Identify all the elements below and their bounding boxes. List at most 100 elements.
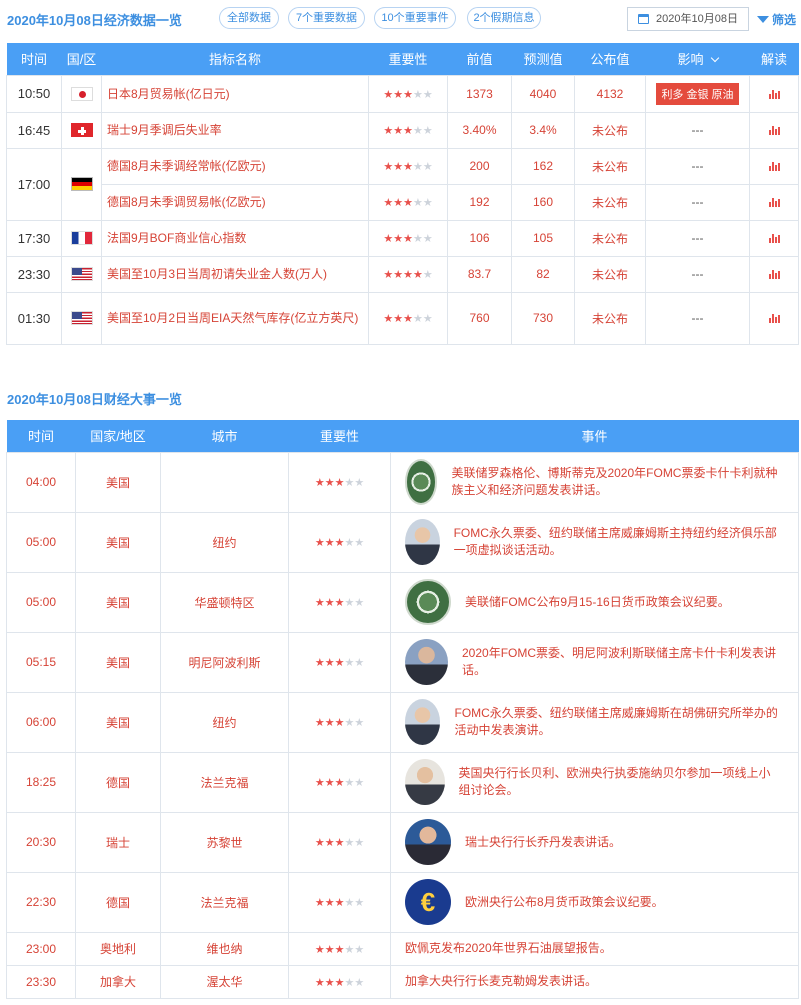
bar-chart-icon[interactable] xyxy=(768,162,780,172)
star-icon: ★ xyxy=(314,777,325,789)
star-icon: ★ xyxy=(383,313,394,325)
col-importance: 重要性 xyxy=(368,43,448,75)
star-icon: ★ xyxy=(412,88,423,101)
filter-all-data[interactable]: 全部数据 xyxy=(219,7,279,29)
event-stars-cell: ★★★★★ xyxy=(288,631,391,693)
bar-chart-icon[interactable] xyxy=(768,234,780,244)
event-description[interactable]: 2020年FOMC票委、明尼阿波利斯联储主席卡什卡利发表讲话。 xyxy=(462,645,778,679)
bar-chart-icon[interactable] xyxy=(768,270,780,280)
row-interpret[interactable] xyxy=(749,147,799,185)
event-time: 20:30 xyxy=(6,811,76,873)
event-city: 苏黎世 xyxy=(160,811,289,873)
col-forecast: 预测值 xyxy=(511,43,575,75)
star-icon: ★ xyxy=(403,125,413,137)
econ-data-table: 时间 国/区 指标名称 重要性 前值 预测值 公布值 影响 解读 10:50 日… xyxy=(6,43,799,345)
event-description[interactable]: 欧佩克发布2020年世界石油展望报告。 xyxy=(405,940,612,957)
row-interpret[interactable] xyxy=(749,74,799,113)
star-icon: ★ xyxy=(354,477,365,489)
filter-holiday-info[interactable]: 2个假期信息 xyxy=(467,7,541,29)
bar-chart-icon[interactable] xyxy=(768,89,780,99)
col-indicator: 指标名称 xyxy=(101,43,369,75)
event-description[interactable]: 加拿大央行行长麦克勒姆发表讲话。 xyxy=(405,973,597,990)
row-forecast: 160 xyxy=(511,183,575,221)
row-indicator[interactable]: 法国9月BOF商业信心指数 xyxy=(101,219,369,257)
row-time: 17:00 xyxy=(6,147,62,221)
event-description[interactable]: 美联储FOMC公布9月15-16日货币政策会议纪要。 xyxy=(465,594,730,611)
row-indicator[interactable]: 美国至10月2日当周EIA天然气库存(亿立方英尺) xyxy=(101,291,369,345)
filter-button[interactable]: 筛选 xyxy=(757,11,796,28)
event-city: 纽约 xyxy=(160,511,289,573)
row-flag xyxy=(61,219,102,257)
funnel-icon xyxy=(757,16,769,24)
col-event-city: 城市 xyxy=(160,420,289,452)
event-city: 明尼阿波利斯 xyxy=(160,631,289,693)
event-description[interactable]: 瑞士央行行长乔丹发表讲话。 xyxy=(465,834,621,851)
event-description[interactable]: 欧洲央行公布8月货币政策会议纪要。 xyxy=(465,894,664,911)
bar-chart-icon[interactable] xyxy=(768,314,780,324)
row-forecast: 82 xyxy=(511,255,575,293)
event-description[interactable]: FOMC永久票委、纽约联储主席威廉姆斯在胡佛研究所举办的活动中发表演讲。 xyxy=(454,705,778,739)
row-interpret[interactable] xyxy=(749,219,799,257)
table-row: 18:25 德国 法兰克福 ★★★★★ 英国央行行长贝利、欧洲央行执委施纳贝尔参加一项线… xyxy=(6,751,799,813)
row-stars: ★★★★★ xyxy=(368,74,448,113)
row-interpret[interactable] xyxy=(749,255,799,293)
star-icon: ★ xyxy=(344,777,355,789)
star-icon: ★ xyxy=(344,976,355,989)
usa-flag-icon xyxy=(70,267,93,282)
event-country: 美国 xyxy=(75,511,161,573)
star-icon: ★ xyxy=(324,976,335,989)
col-event-text: 事件 xyxy=(390,420,799,452)
event-stars-cell: ★★★★★ xyxy=(288,811,391,873)
star-icon: ★ xyxy=(403,88,413,101)
event-city: 维也纳 xyxy=(160,931,289,966)
event-city: 法兰克福 xyxy=(160,871,289,933)
star-icon: ★ xyxy=(393,313,404,325)
star-icon: ★ xyxy=(403,197,413,209)
star-icon: ★ xyxy=(344,943,355,956)
page-title: 2020年10月08日经济数据一览 xyxy=(7,13,182,28)
bar-chart-icon[interactable] xyxy=(768,198,780,208)
row-indicator[interactable]: 瑞士9月季调后失业率 xyxy=(101,111,369,149)
importance-stars: ★★★★★ xyxy=(383,88,432,101)
event-description[interactable]: 美联储罗森格伦、博斯蒂克及2020年FOMC票委卡什卡利就种族主义和经济问题发表… xyxy=(451,465,778,499)
table-row: 20:30 瑞士 苏黎世 ★★★★★ 瑞士央行行长乔丹发表讲话。 xyxy=(6,811,799,873)
events-title: 2020年10月08日财经大事一览 xyxy=(7,392,182,407)
importance-stars: ★★★★★ xyxy=(315,536,364,549)
col-region: 国/区 xyxy=(61,43,102,75)
filter-important-data[interactable]: 7个重要数据 xyxy=(288,7,365,29)
row-indicator[interactable]: 日本8月贸易帐(亿日元) xyxy=(101,74,369,113)
row-indicator[interactable]: 美国至10月3日当周初请失业金人数(万人) xyxy=(101,255,369,293)
row-interpret[interactable] xyxy=(749,183,799,221)
row-actual: 未公布 xyxy=(574,219,646,257)
switzerland-flag-icon xyxy=(70,123,93,138)
star-icon: ★ xyxy=(354,657,365,669)
event-description[interactable]: 英国央行行长贝利、欧洲央行执委施纳贝尔参加一项线上小组讨论会。 xyxy=(459,765,779,799)
row-actual: 未公布 xyxy=(574,183,646,221)
star-icon: ★ xyxy=(314,657,325,669)
row-indicator[interactable]: 德国8月未季调贸易帐(亿欧元) xyxy=(101,183,369,221)
col-impact[interactable]: 影响 xyxy=(645,43,750,75)
speaker-avatar xyxy=(405,639,448,685)
filter-button-label: 筛选 xyxy=(772,13,797,27)
top-bar: 2020年10月08日经济数据一览 全部数据 7个重要数据 10个重要事件 2个… xyxy=(0,0,801,38)
row-interpret[interactable] xyxy=(749,111,799,149)
star-icon: ★ xyxy=(422,88,433,101)
row-actual: 4132 xyxy=(574,74,646,113)
event-cell: 英国央行行长贝利、欧洲央行执委施纳贝尔参加一项线上小组讨论会。 xyxy=(390,751,799,813)
star-icon: ★ xyxy=(334,837,345,849)
row-indicator[interactable]: 德国8月未季调经常帐(亿欧元) xyxy=(101,147,369,185)
chevron-down-icon xyxy=(710,54,719,63)
importance-stars: ★★★★★ xyxy=(315,476,364,489)
star-icon: ★ xyxy=(383,88,394,101)
row-interpret[interactable] xyxy=(749,291,799,345)
star-icon: ★ xyxy=(324,537,335,549)
date-picker[interactable]: 2020年10月08日 xyxy=(627,7,749,31)
star-icon: ★ xyxy=(324,717,335,729)
bar-chart-icon[interactable] xyxy=(768,126,780,136)
star-icon: ★ xyxy=(324,777,335,789)
filter-important-events[interactable]: 10个重要事件 xyxy=(374,7,456,29)
star-icon: ★ xyxy=(324,897,335,909)
event-city: 纽约 xyxy=(160,691,289,753)
row-previous: 3.40% xyxy=(447,111,512,149)
event-description[interactable]: FOMC永久票委、纽约联储主席威廉姆斯主持纽约经济俱乐部一项虚拟谈话活动。 xyxy=(454,525,778,559)
